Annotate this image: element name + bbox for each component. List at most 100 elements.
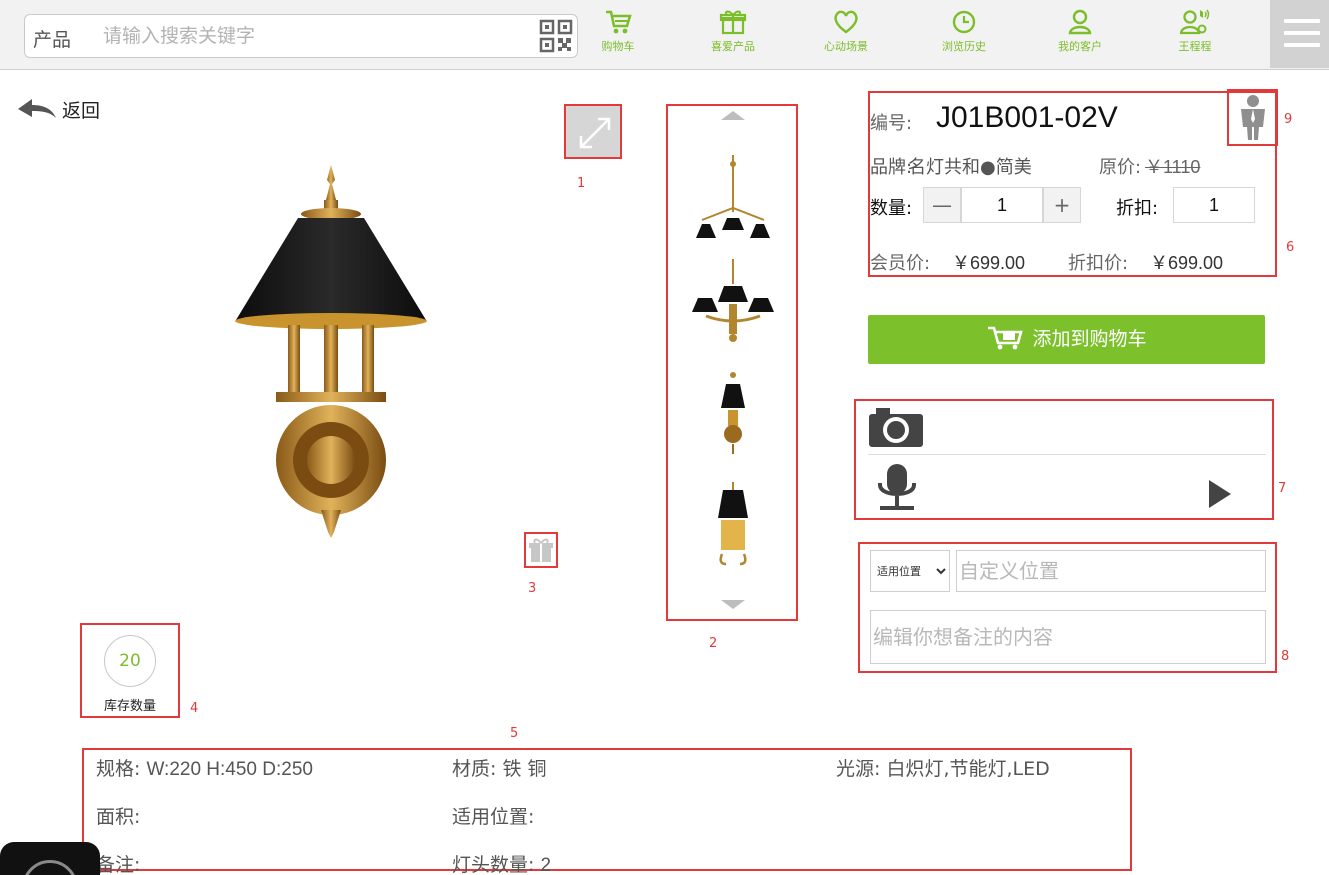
nav-favorites-label: 喜爱产品 — [711, 40, 755, 53]
spec-size-value: W:220 H:450 D:250 — [146, 759, 313, 780]
discount-input[interactable] — [1173, 187, 1255, 223]
user-settings-icon — [1179, 9, 1210, 35]
nav-user[interactable]: 王程程 — [1150, 8, 1240, 66]
spec-remark: 备注: — [96, 850, 140, 875]
menu-button[interactable] — [1270, 0, 1329, 68]
thumbnail-4[interactable] — [688, 474, 778, 574]
thumbnail-2[interactable] — [688, 254, 778, 354]
heart-icon — [834, 10, 858, 34]
spec-area: 面积: — [96, 802, 140, 829]
clock-icon — [952, 10, 976, 34]
spec-material: 材质: 铁 铜 — [452, 754, 547, 781]
media-panel — [854, 399, 1274, 520]
spec-bulbs-label: 灯头数量: — [452, 854, 535, 875]
annotation-5: 5 — [510, 726, 519, 741]
spec-area-label: 面积: — [96, 806, 141, 828]
microphone-icon[interactable] — [876, 463, 918, 513]
product-info-panel: 编号: J01B001-02V 品牌: 名灯共和●简美 原价: ￥1110 数量… — [868, 91, 1277, 277]
back-button[interactable]: 返回 — [16, 96, 100, 123]
search-category[interactable]: 产品 — [33, 25, 71, 52]
product-image[interactable] — [226, 160, 436, 540]
chevron-down-icon[interactable] — [720, 598, 746, 612]
play-icon[interactable] — [1208, 479, 1232, 509]
spec-position: 适用位置: — [452, 802, 534, 829]
annotation-1: 1 — [577, 176, 586, 191]
thumbnail-strip — [666, 104, 798, 621]
gift-button[interactable] — [524, 532, 558, 568]
user-icon — [1068, 9, 1092, 35]
spec-bulbs-value: 2 — [540, 855, 552, 875]
code-label: 编号: — [870, 113, 913, 134]
media-divider — [868, 454, 1266, 455]
assistive-touch-button[interactable] — [0, 842, 100, 875]
back-label: 返回 — [62, 100, 101, 122]
search-box[interactable]: 产品 — [24, 14, 578, 58]
nav-cart[interactable]: 购物车 — [573, 8, 663, 66]
back-arrow-icon — [18, 99, 56, 118]
add-to-cart-label: 添加到购物车 — [1032, 328, 1147, 350]
member-price: ￥699.00 — [952, 253, 1026, 273]
spec-light: 光源: 白炽灯,节能灯,LED — [836, 754, 1050, 781]
menu-icon — [1284, 19, 1320, 23]
nav-customers[interactable]: 我的客户 — [1035, 8, 1125, 66]
thumbnail-1[interactable] — [688, 150, 778, 250]
spec-light-label: 光源: — [836, 758, 881, 780]
cart-icon — [606, 10, 632, 34]
add-to-cart-button[interactable]: 添加到购物车 — [868, 315, 1265, 364]
spec-size: 规格: W:220 H:450 D:250 — [96, 754, 313, 781]
model-view-button[interactable] — [1227, 89, 1278, 146]
position-select[interactable]: 适用位置 — [870, 550, 950, 592]
chevron-up-icon[interactable] — [720, 108, 746, 122]
person-icon — [1241, 95, 1265, 140]
annotation-3: 3 — [528, 581, 537, 596]
nav-history-label: 浏览历史 — [942, 40, 986, 53]
product-code: J01B001-02V — [936, 101, 1118, 134]
nav-history[interactable]: 浏览历史 — [919, 8, 1009, 66]
discount-label: 折扣: — [1116, 198, 1159, 219]
search-input[interactable] — [103, 21, 523, 51]
annotation-8: 8 — [1281, 649, 1290, 664]
stock-count: 20 — [104, 635, 156, 687]
thumbnail-3[interactable] — [688, 362, 778, 462]
member-price-label: 会员价: — [870, 253, 931, 274]
spec-material-value: 铁 铜 — [502, 758, 547, 780]
cart-icon — [988, 326, 1024, 350]
quantity-increase-button[interactable]: + — [1043, 187, 1081, 223]
stock-indicator: 20 库存数量 — [80, 623, 180, 718]
quantity-label: 数量: — [870, 198, 913, 219]
spec-material-label: 材质: — [452, 758, 497, 780]
spec-panel: 规格: W:220 H:450 D:250 材质: 铁 铜 光源: 白炽灯,节能… — [82, 748, 1132, 875]
original-price: ￥1110 — [1145, 157, 1201, 177]
annotation-7: 7 — [1278, 481, 1287, 496]
camera-icon[interactable] — [868, 406, 924, 448]
annotation-2: 2 — [709, 636, 718, 651]
qr-code-icon[interactable] — [539, 19, 573, 53]
discount-price-label: 折扣价: — [1068, 253, 1129, 274]
quantity-input[interactable] — [961, 187, 1043, 223]
nav-cart-label: 购物车 — [601, 40, 635, 53]
spec-remark-label: 备注: — [96, 854, 141, 875]
spec-size-label: 规格: — [96, 758, 141, 780]
custom-position-input[interactable] — [956, 550, 1266, 592]
top-bar: 产品 购物车 喜爱产品 — [0, 0, 1329, 70]
spec-position-label: 适用位置: — [452, 806, 535, 828]
original-price-label: 原价: — [1099, 157, 1142, 178]
note-input[interactable] — [870, 610, 1266, 664]
gift-icon — [529, 538, 553, 562]
nav-favorites[interactable]: 喜爱产品 — [688, 8, 778, 66]
assistive-touch-icon — [22, 860, 78, 875]
nav-customers-label: 我的客户 — [1058, 40, 1102, 53]
brand-label: 品牌: — [870, 157, 913, 178]
brand-value: 名灯共和●简美 — [908, 157, 1032, 178]
annotation-6: 6 — [1286, 240, 1295, 255]
fullscreen-button[interactable] — [564, 104, 622, 159]
note-panel: 适用位置 — [858, 542, 1277, 673]
gift-icon — [719, 10, 747, 35]
quantity-decrease-button[interactable]: — — [923, 187, 961, 223]
annotation-4: 4 — [190, 701, 199, 716]
annotation-9: 9 — [1284, 112, 1293, 127]
nav-scenes[interactable]: 心动场景 — [801, 8, 891, 66]
nav-user-label: 王程程 — [1178, 40, 1212, 53]
spec-bulbs: 灯头数量: 2 — [452, 850, 551, 875]
expand-icon — [579, 117, 611, 149]
